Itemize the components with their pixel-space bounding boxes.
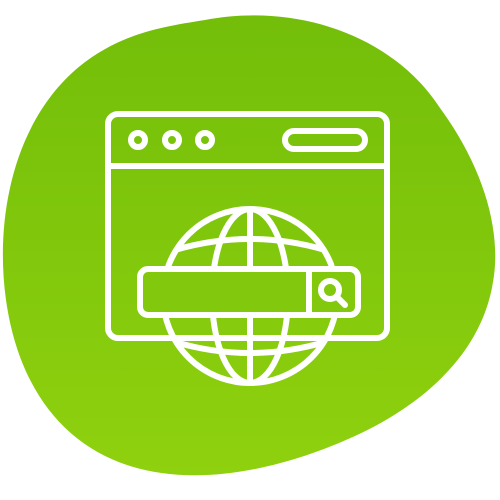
search-bar-icon	[137, 266, 361, 318]
illustration-svg	[2, 15, 496, 476]
illustration	[0, 0, 500, 500]
